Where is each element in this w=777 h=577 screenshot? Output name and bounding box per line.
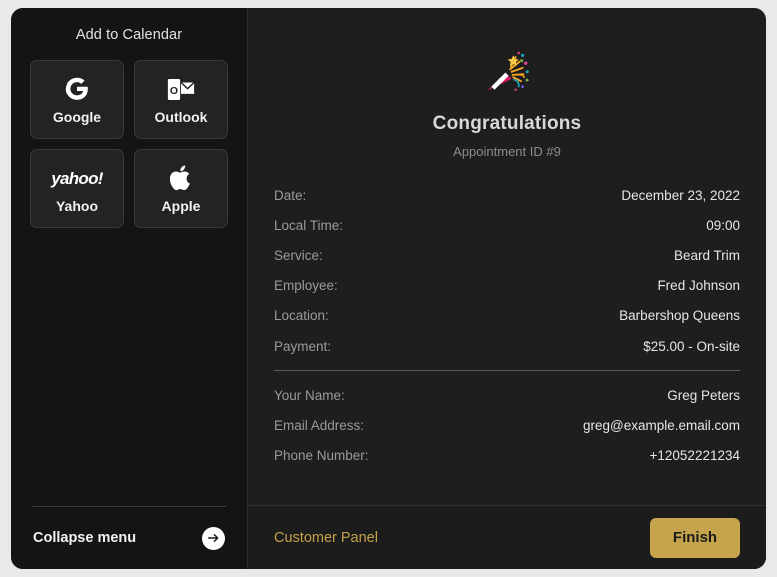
calendar-button-outlook[interactable]: O Outlook: [134, 60, 228, 139]
page-title: Congratulations: [432, 113, 582, 134]
detail-label: Your Name:: [274, 387, 345, 403]
details-divider: [274, 370, 740, 372]
calendar-button-label: Outlook: [154, 109, 208, 125]
detail-row: Date: December 23, 2022: [274, 180, 740, 210]
sidebar: Add to Calendar Google O Outlook yahoo! …: [11, 8, 248, 569]
detail-value: +12052221234: [649, 448, 740, 464]
calendar-button-label: Yahoo: [55, 198, 98, 214]
collapse-menu-button[interactable]: Collapse menu: [11, 507, 247, 569]
party-popper-icon: [274, 46, 740, 100]
detail-value: Greg Peters: [667, 387, 740, 403]
calendar-button-label: Apple: [161, 198, 201, 214]
arrow-right-circle-icon[interactable]: [202, 526, 225, 550]
appointment-confirmation-card: Add to Calendar Google O Outlook yahoo! …: [11, 8, 766, 569]
detail-row: Payment: $25.00 - On-site: [274, 331, 740, 361]
footer: Customer Panel Finish: [248, 505, 766, 569]
detail-row: Phone Number: +12052221234: [274, 441, 740, 471]
yahoo-wordmark: yahoo!: [51, 168, 103, 188]
detail-label: Employee:: [274, 278, 338, 294]
detail-value: 09:00: [706, 217, 740, 233]
calendar-button-google[interactable]: Google: [30, 60, 124, 139]
detail-label: Payment:: [274, 338, 332, 354]
sidebar-title: Add to Calendar: [75, 27, 183, 43]
detail-value: $25.00 - On-site: [643, 338, 740, 354]
detail-label: Phone Number:: [274, 448, 369, 464]
detail-row: Email Address: greg@example.email.com: [274, 410, 740, 440]
google-icon: [64, 74, 90, 104]
customer-details-list: Your Name: Greg Peters Email Address: gr…: [274, 380, 740, 471]
yahoo-icon: yahoo!: [51, 163, 103, 193]
detail-value: Barbershop Queens: [619, 308, 740, 324]
finish-button[interactable]: Finish: [650, 517, 740, 558]
customer-panel-link[interactable]: Customer Panel: [274, 530, 378, 546]
detail-value: greg@example.email.com: [582, 417, 740, 433]
detail-row: Service: Beard Trim: [274, 240, 740, 270]
appointment-id: Appointment ID #9: [453, 144, 561, 159]
add-to-calendar-grid: Google O Outlook yahoo! Yahoo Apple: [11, 60, 247, 228]
detail-row: Employee: Fred Johnson: [274, 271, 740, 301]
detail-label: Email Address:: [274, 417, 365, 433]
detail-label: Local Time:: [274, 217, 344, 233]
detail-label: Location:: [274, 308, 329, 324]
svg-text:O: O: [170, 84, 178, 96]
detail-value: Fred Johnson: [657, 278, 740, 294]
detail-row: Location: Barbershop Queens: [274, 301, 740, 331]
outlook-icon: O: [167, 74, 195, 104]
main-body: Congratulations Appointment ID #9 Date: …: [248, 8, 766, 505]
detail-label: Service:: [274, 247, 323, 263]
calendar-button-label: Google: [52, 109, 102, 125]
main-panel: Congratulations Appointment ID #9 Date: …: [248, 8, 766, 569]
detail-row: Your Name: Greg Peters: [274, 380, 740, 410]
detail-label: Date:: [274, 187, 307, 203]
detail-row: Local Time: 09:00: [274, 210, 740, 240]
detail-value: December 23, 2022: [621, 187, 740, 203]
calendar-button-yahoo[interactable]: yahoo! Yahoo: [30, 149, 124, 228]
apple-icon: [169, 163, 193, 193]
detail-value: Beard Trim: [673, 247, 740, 263]
collapse-menu-label: Collapse menu: [33, 530, 137, 546]
calendar-button-apple[interactable]: Apple: [134, 149, 228, 228]
appointment-details-list: Date: December 23, 2022 Local Time: 09:0…: [274, 180, 740, 361]
